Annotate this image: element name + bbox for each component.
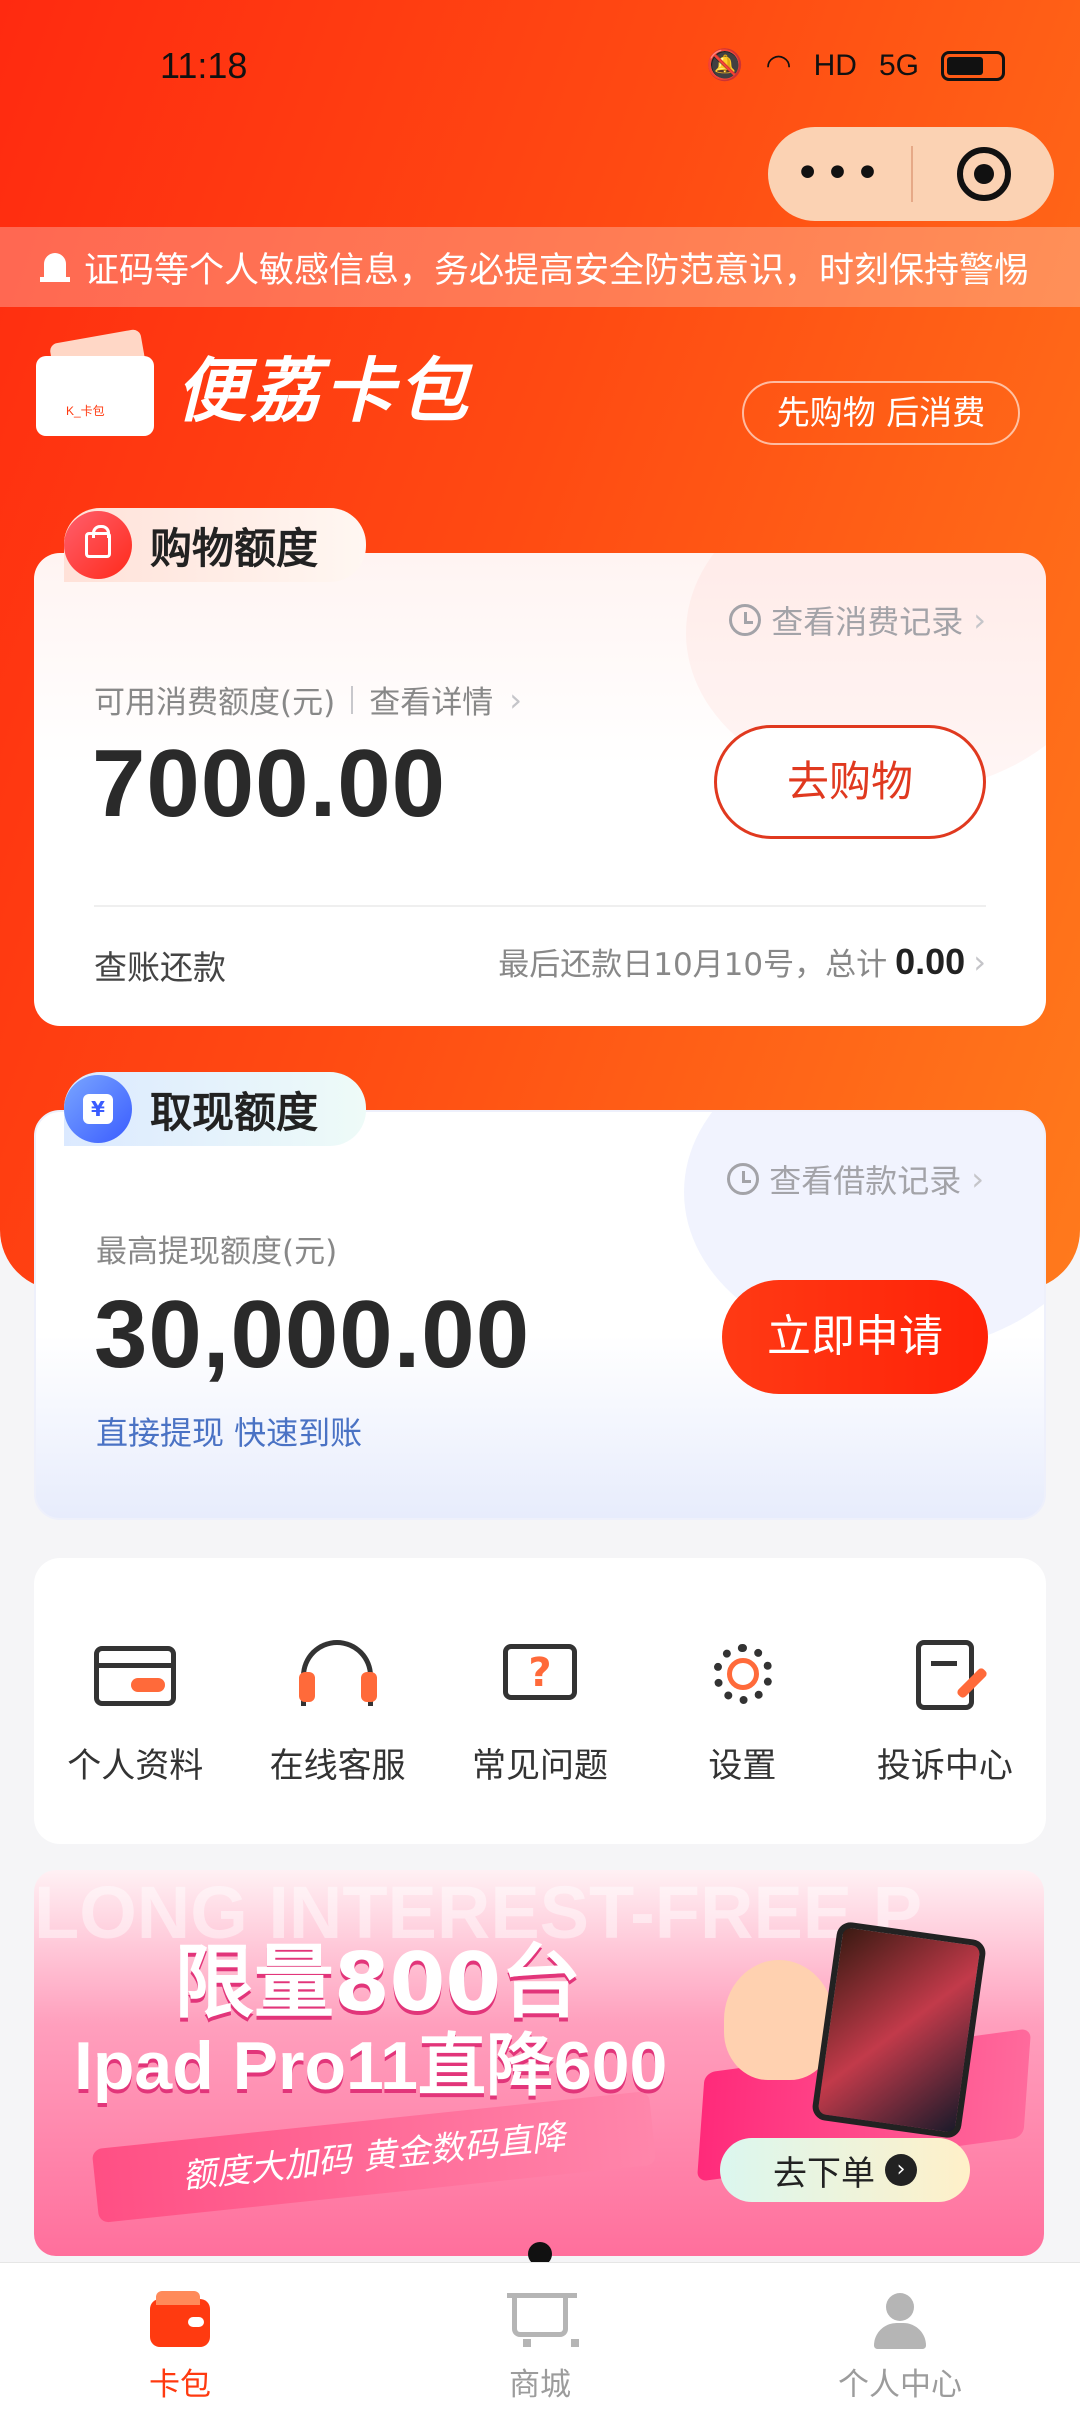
status-icons: 🔕 ◠ HD 5G bbox=[706, 48, 1005, 83]
hd-indicator: HD bbox=[813, 48, 857, 82]
banner-hand-graphic bbox=[724, 1960, 834, 2080]
menu-label: 常见问题 bbox=[472, 1746, 609, 1786]
repay-summary[interactable]: 最后还款日10月10号，总计 0.00 › bbox=[498, 939, 986, 984]
available-credit-amount: 7000.00 bbox=[92, 730, 447, 837]
shopping-credit-title: 购物额度 bbox=[150, 523, 319, 573]
card-icon bbox=[92, 1636, 178, 1716]
promo-banner[interactable]: LONG INTEREST-FREE P 限量800台 Ipad Pro11直降… bbox=[34, 1870, 1044, 2256]
shopping-credit-tag: 购物额度 bbox=[64, 508, 367, 582]
close-button[interactable] bbox=[913, 147, 1054, 201]
available-credit-label: 可用消费额度(元) bbox=[94, 685, 336, 721]
headset-icon bbox=[295, 1636, 381, 1716]
battery-icon bbox=[941, 50, 1005, 81]
signal-indicator: 5G bbox=[878, 48, 919, 82]
status-time: 11:18 bbox=[160, 45, 248, 86]
menu-item-profile[interactable]: 个人资料 bbox=[34, 1558, 236, 1844]
menu-label: 个人资料 bbox=[67, 1746, 204, 1786]
clock-icon bbox=[727, 1163, 760, 1195]
chevron-right-icon: › bbox=[509, 680, 522, 719]
max-withdraw-label: 最高提现额度(元) bbox=[96, 1234, 338, 1270]
place-order-button[interactable]: 去下单 › bbox=[720, 2138, 970, 2202]
tab-mall[interactable]: 商城 bbox=[360, 2263, 720, 2412]
tab-label: 卡包 bbox=[149, 2367, 211, 2403]
status-bar: 11:18 🔕 ◠ HD 5G bbox=[0, 0, 1080, 140]
bottom-tab-bar: 卡包 商城 个人中心 bbox=[0, 2262, 1080, 2412]
more-button[interactable]: ••• bbox=[768, 152, 911, 196]
miniprogram-capsule: ••• bbox=[768, 127, 1054, 221]
cash-credit-title: 取现额度 bbox=[150, 1087, 319, 1137]
notice-text: 证码等个人敏感信息，务必提高安全防范意识，时刻保持警惕 bbox=[84, 250, 1030, 291]
wallet-icon bbox=[150, 2291, 210, 2349]
tab-profile[interactable]: 个人中心 bbox=[720, 2263, 1080, 2412]
consumption-record-link[interactable]: 查看消费记录 › bbox=[729, 597, 986, 643]
tab-wallet[interactable]: 卡包 bbox=[0, 2263, 360, 2412]
brand-name: 便荔卡包 bbox=[176, 350, 472, 432]
menu-label: 投诉中心 bbox=[876, 1746, 1013, 1786]
yen-icon: ¥ bbox=[64, 1075, 132, 1143]
tab-label: 商城 bbox=[509, 2367, 571, 2403]
arrow-right-icon: › bbox=[885, 2154, 917, 2186]
chevron-right-icon: › bbox=[971, 1160, 984, 1198]
view-details-link[interactable]: 查看详情 bbox=[369, 677, 493, 722]
slogan-badge: 先购物 后消费 bbox=[742, 381, 1020, 445]
target-icon bbox=[956, 147, 1011, 201]
tablet-graphic bbox=[810, 1920, 988, 2140]
complaint-icon bbox=[902, 1636, 989, 1716]
menu-item-complaints[interactable]: 投诉中心 bbox=[844, 1558, 1046, 1844]
max-withdraw-label-row: 最高提现额度(元) bbox=[96, 1226, 337, 1271]
shopping-credit-card: 查看消费记录 › 可用消费额度(元) 查看详情 › 7000.00 去购物 查账… bbox=[34, 553, 1046, 1026]
gear-icon bbox=[699, 1636, 785, 1716]
shopping-bag-icon bbox=[64, 511, 132, 579]
chevron-right-icon: › bbox=[973, 942, 986, 981]
menu-item-customer-service[interactable]: 在线客服 bbox=[236, 1558, 438, 1844]
clock-icon bbox=[729, 604, 762, 636]
repay-link[interactable]: 查账还款 bbox=[94, 941, 226, 989]
logo-text: K_卡包 bbox=[66, 403, 105, 418]
repay-due-text: 最后还款日10月10号，总计 bbox=[498, 947, 888, 983]
apply-now-button[interactable]: 立即申请 bbox=[722, 1280, 988, 1394]
fast-withdraw-text: 直接提现 快速到账 bbox=[96, 1414, 363, 1452]
service-menu: 个人资料 在线客服 ? 常见问题 设置 投诉中心 bbox=[34, 1558, 1046, 1844]
loan-record-link[interactable]: 查看借款记录 › bbox=[727, 1156, 984, 1202]
brand: K_卡包 便荔卡包 bbox=[36, 328, 472, 436]
max-withdraw-amount: 30,000.00 bbox=[94, 1281, 531, 1388]
go-shopping-button[interactable]: 去购物 bbox=[714, 725, 986, 839]
menu-item-settings[interactable]: 设置 bbox=[641, 1558, 843, 1844]
cart-icon bbox=[507, 2293, 579, 2349]
menu-label: 设置 bbox=[708, 1746, 777, 1786]
person-icon bbox=[870, 2293, 930, 2349]
tab-label: 个人中心 bbox=[838, 2367, 962, 2403]
menu-item-faq[interactable]: ? 常见问题 bbox=[439, 1558, 641, 1844]
repay-total: 0.00 bbox=[895, 940, 966, 982]
divider bbox=[94, 905, 986, 907]
available-credit-label-row: 可用消费额度(元) 查看详情 › bbox=[94, 677, 522, 722]
notice-bar[interactable]: 证码等个人敏感信息，务必提高安全防范意识，时刻保持警惕 bbox=[0, 227, 1080, 307]
cash-credit-tag: ¥ 取现额度 bbox=[64, 1072, 367, 1146]
banner-ribbon: 额度大加码 黄金数码直降 bbox=[91, 2090, 657, 2224]
banner-subline: Ipad Pro11直降600 bbox=[74, 2028, 668, 2104]
bell-icon bbox=[40, 249, 70, 285]
wifi-icon: ◠ bbox=[765, 49, 792, 82]
brand-logo: K_卡包 bbox=[36, 328, 154, 436]
chevron-right-icon: › bbox=[973, 601, 986, 639]
question-icon: ? bbox=[497, 1636, 583, 1716]
mute-icon: 🔕 bbox=[706, 49, 744, 82]
cash-credit-card: 查看借款记录 › 最高提现额度(元) 30,000.00 立即申请 直接提现 快… bbox=[34, 1110, 1046, 1520]
menu-label: 在线客服 bbox=[269, 1746, 406, 1786]
